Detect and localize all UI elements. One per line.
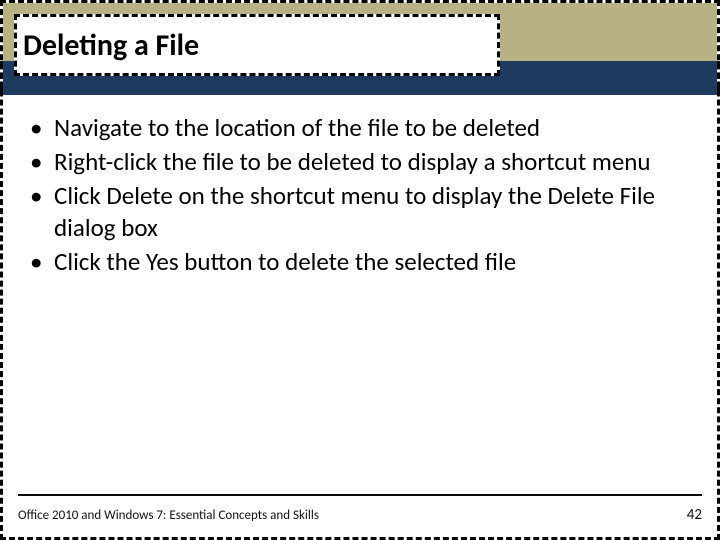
- list-item: Navigate to the location of the file to …: [24, 112, 696, 144]
- slide-body: Navigate to the location of the file to …: [24, 112, 696, 280]
- footer-text: Office 2010 and Windows 7: Essential Con…: [18, 508, 319, 523]
- list-item: Click the Yes button to delete the selec…: [24, 246, 696, 278]
- frame-tick-left: [0, 61, 3, 95]
- title-box: Deleting a File: [14, 14, 500, 76]
- page-number: 42: [687, 506, 702, 524]
- slide-title: Deleting a File: [23, 27, 199, 64]
- footer-divider: [18, 494, 702, 496]
- list-item: Right-click the file to be deleted to di…: [24, 146, 696, 178]
- footer: Office 2010 and Windows 7: Essential Con…: [18, 506, 702, 524]
- bullet-list: Navigate to the location of the file to …: [24, 112, 696, 278]
- list-item: Click Delete on the shortcut menu to dis…: [24, 180, 696, 244]
